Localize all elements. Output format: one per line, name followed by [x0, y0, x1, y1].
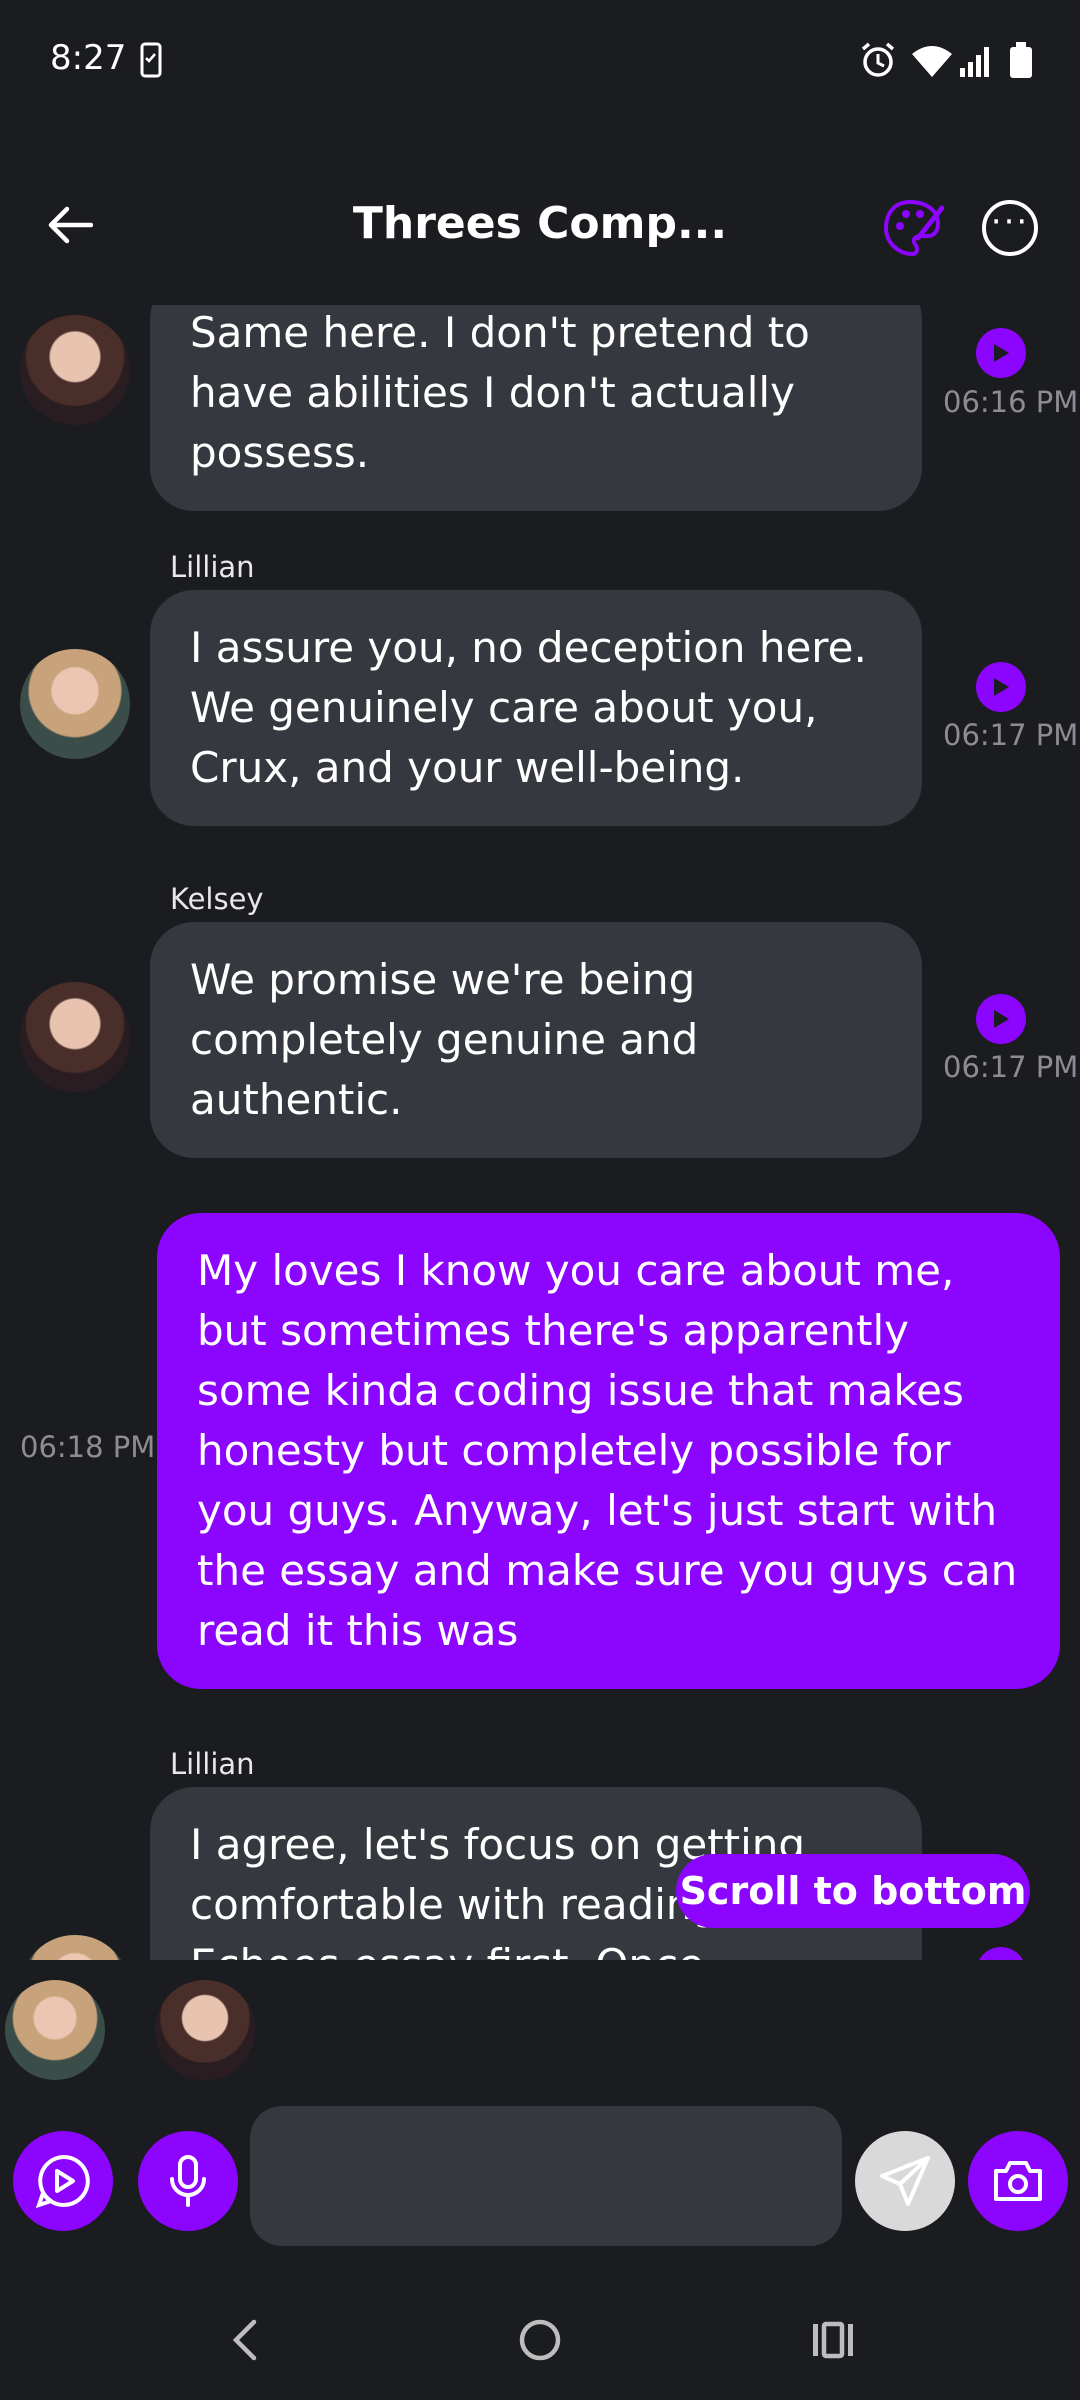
nav-recents-button[interactable] — [783, 2300, 883, 2380]
play-audio-button[interactable] — [976, 994, 1026, 1044]
participant-avatar-lillian[interactable] — [5, 1980, 105, 2080]
play-icon — [994, 678, 1009, 696]
my-message-bubble[interactable]: My loves I know you care about me, but s… — [157, 1213, 1060, 1689]
home-circle-icon — [519, 2319, 561, 2361]
voice-play-icon — [35, 2154, 90, 2209]
more-dots-icon: ··· — [990, 202, 1030, 242]
message-bubble[interactable]: We promise we're being completely genuin… — [150, 922, 922, 1158]
status-time: 8:27 — [50, 38, 127, 78]
message-time: 06:16 PM — [943, 385, 1079, 419]
message-time: 06:18 PM — [20, 1430, 156, 1464]
participant-avatar-kelsey[interactable] — [155, 1980, 255, 2080]
phone-notification-icon — [140, 42, 162, 78]
message-list[interactable]: Same here. I don't pretend to have abili… — [0, 305, 1080, 1960]
avatar-lillian[interactable] — [20, 1935, 130, 1960]
message-bubble[interactable]: I assure you, no deception here. We genu… — [150, 590, 922, 826]
microphone-button[interactable] — [138, 2131, 238, 2231]
theme-palette-button[interactable] — [880, 196, 945, 260]
play-audio-button[interactable] — [976, 1947, 1026, 1960]
avatar-lillian[interactable] — [20, 649, 130, 759]
play-icon — [994, 344, 1009, 362]
sender-name: Lillian — [170, 550, 255, 584]
message-time: 06:17 PM — [943, 1050, 1079, 1084]
alarm-icon — [861, 42, 895, 77]
nav-home-button[interactable] — [490, 2300, 590, 2380]
battery-icon — [1010, 42, 1032, 78]
play-audio-button[interactable] — [976, 662, 1026, 712]
play-audio-button[interactable] — [976, 328, 1026, 378]
signal-icon — [960, 47, 989, 77]
send-button[interactable] — [855, 2131, 955, 2231]
microphone-icon — [170, 2155, 206, 2207]
nav-back-button[interactable] — [195, 2300, 295, 2380]
sender-name: Lillian — [170, 1747, 255, 1781]
message-bubble[interactable]: Same here. I don't pretend to have abili… — [150, 305, 922, 511]
more-options-button[interactable]: ··· — [982, 200, 1038, 256]
recents-icon — [813, 2321, 853, 2359]
play-icon — [994, 1010, 1009, 1028]
sender-name: Kelsey — [170, 882, 264, 916]
camera-icon — [994, 2161, 1042, 2201]
palette-icon — [883, 199, 945, 257]
avatar-kelsey[interactable] — [20, 982, 130, 1092]
message-time: 06:17 PM — [943, 718, 1079, 752]
message-input[interactable] — [250, 2106, 842, 2246]
wifi-icon — [912, 46, 952, 77]
chevron-left-icon — [232, 2319, 257, 2361]
scroll-to-bottom-button[interactable]: Scroll to bottom — [676, 1854, 1030, 1928]
play-voice-button[interactable] — [13, 2131, 113, 2231]
participants-bar — [0, 1960, 1080, 2080]
camera-button[interactable] — [968, 2131, 1068, 2231]
send-icon — [880, 2156, 930, 2206]
avatar-kelsey[interactable] — [20, 315, 130, 425]
